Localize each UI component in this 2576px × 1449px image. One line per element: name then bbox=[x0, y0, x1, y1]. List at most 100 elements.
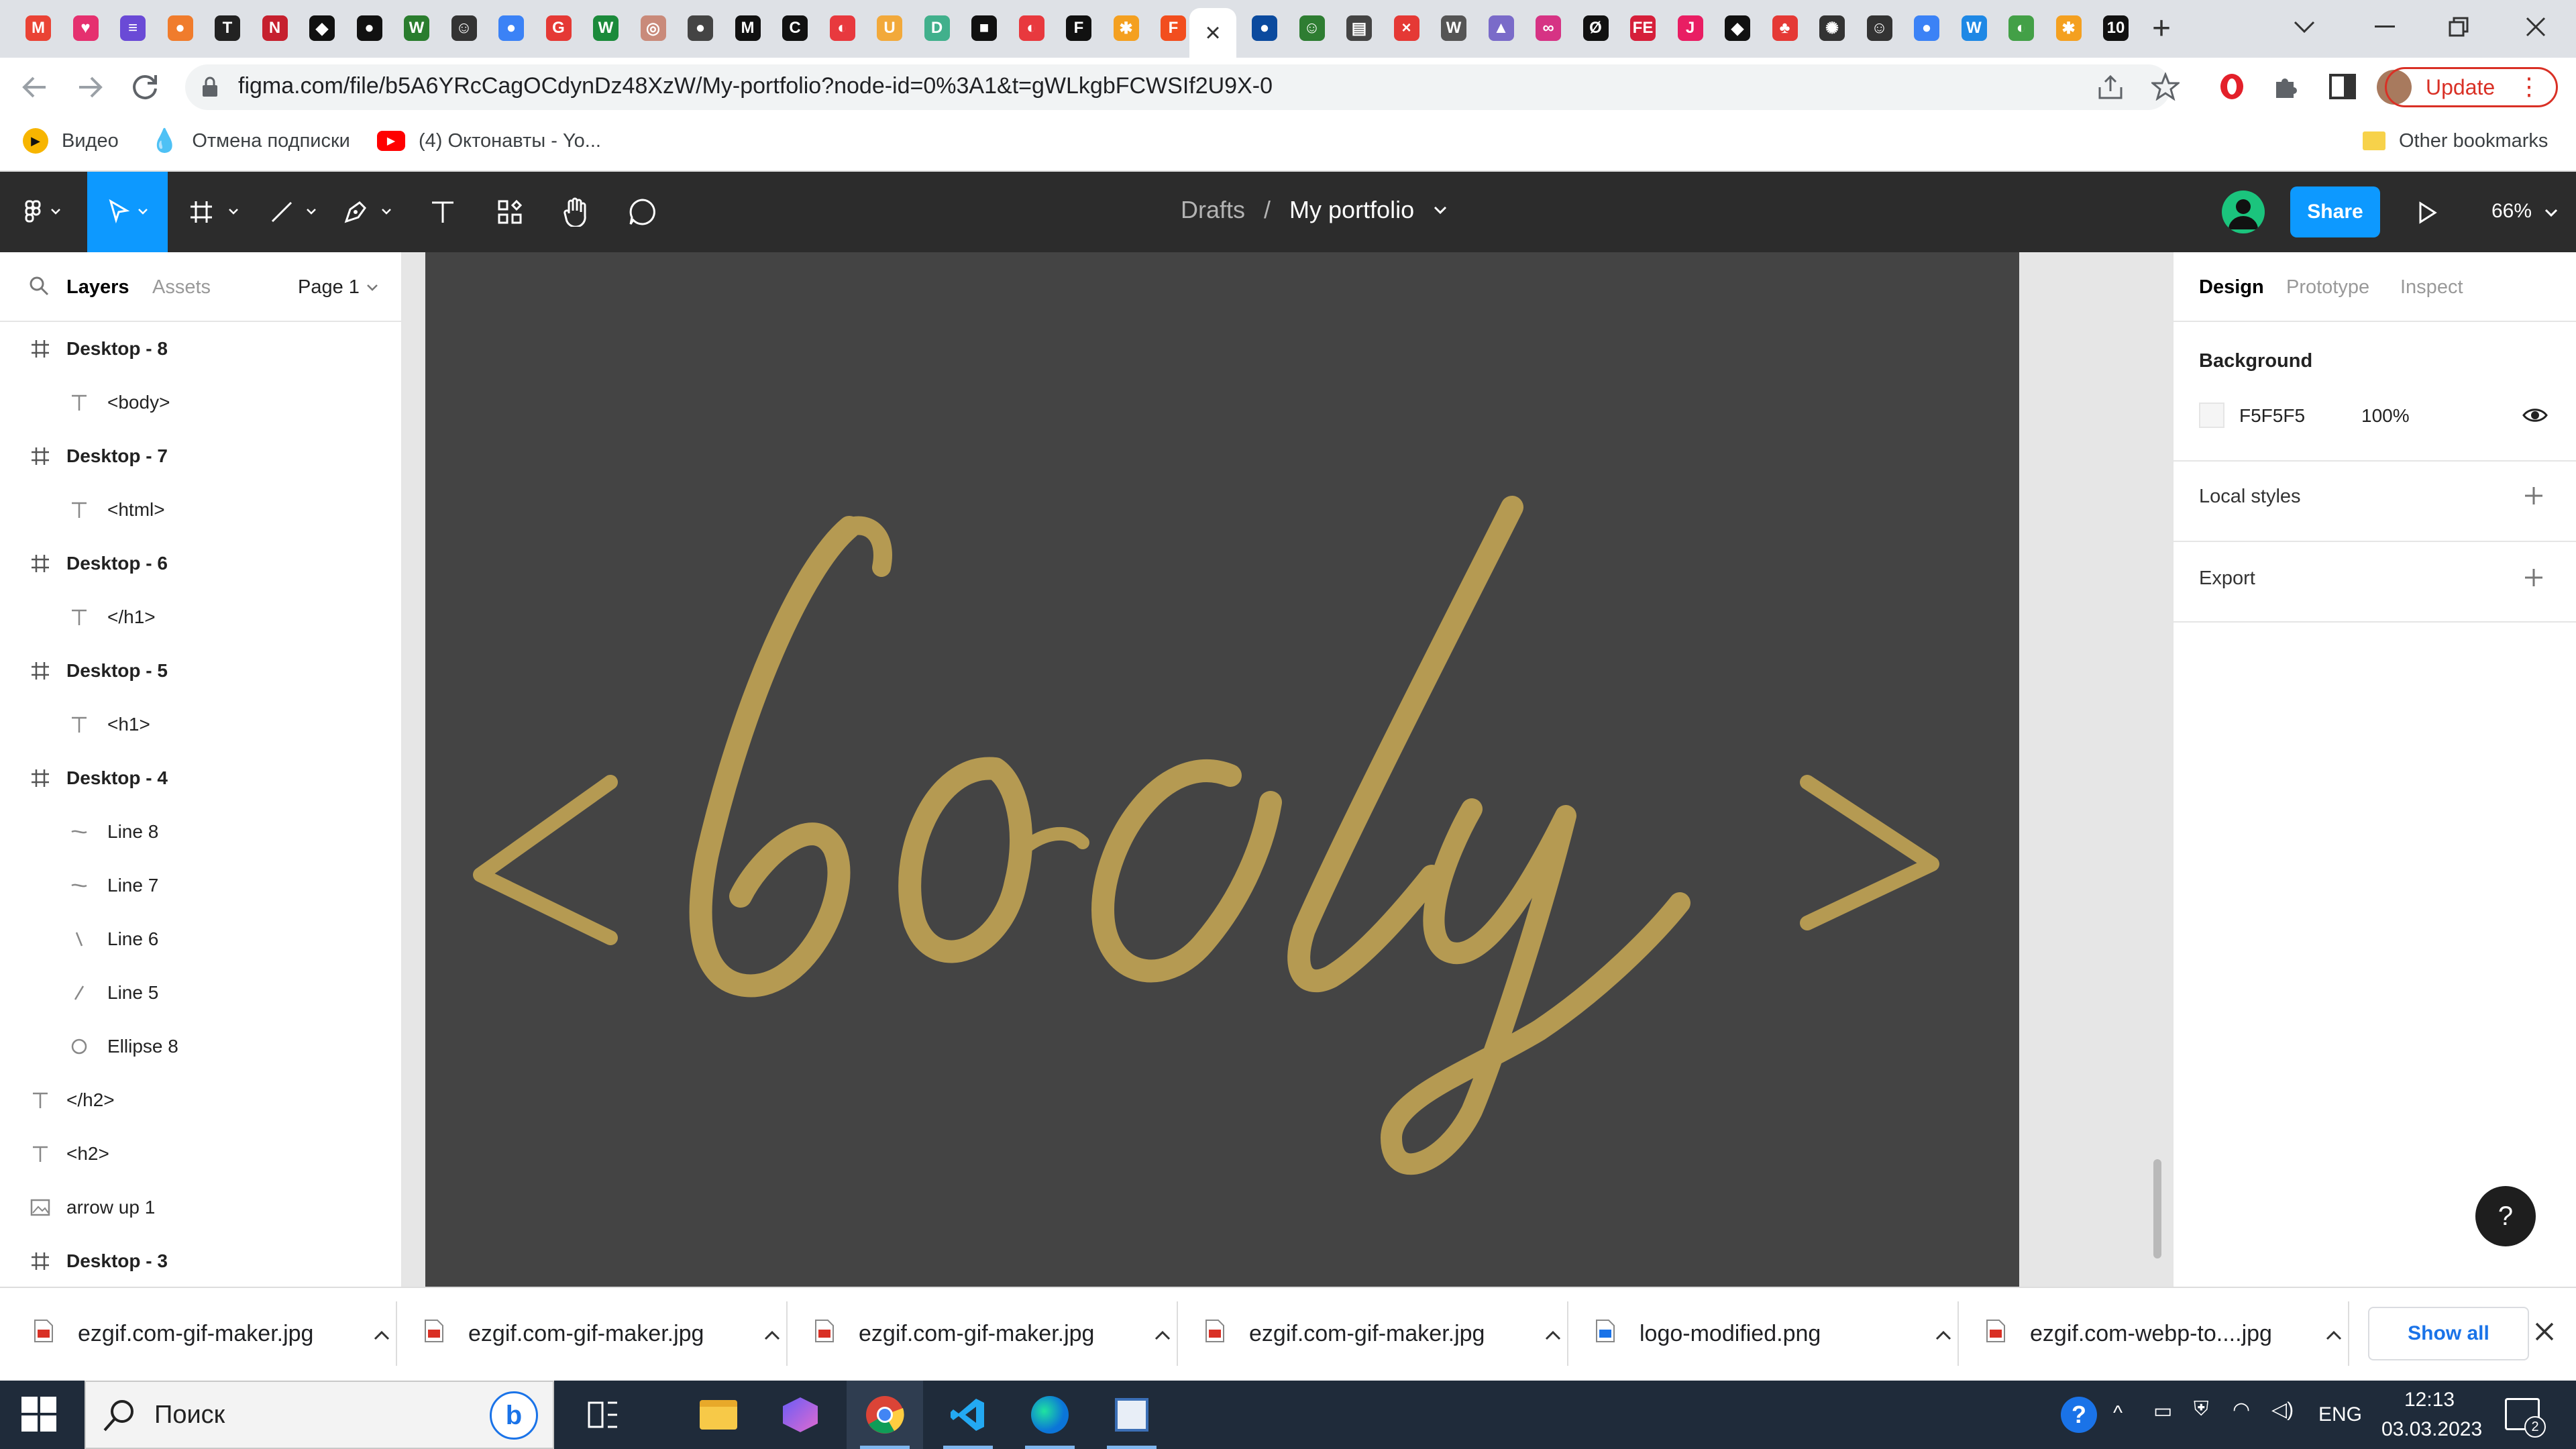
restore-button[interactable] bbox=[2422, 0, 2496, 54]
browser-tab[interactable]: ● bbox=[488, 8, 535, 48]
move-tool[interactable] bbox=[87, 172, 168, 252]
close-downloads-button[interactable] bbox=[2534, 1322, 2555, 1342]
browser-tab[interactable]: U bbox=[866, 8, 913, 48]
browser-tab[interactable]: C bbox=[771, 8, 818, 48]
browser-tab[interactable]: ◎ bbox=[630, 8, 677, 48]
taskbar-chrome[interactable] bbox=[847, 1381, 923, 1449]
share-page-icon[interactable] bbox=[2097, 74, 2124, 101]
layer-row[interactable]: </h2> bbox=[0, 1073, 401, 1127]
browser-tab[interactable]: 10 bbox=[2092, 8, 2139, 48]
download-item[interactable]: ezgif.com-gif-maker.jpg bbox=[424, 1287, 781, 1381]
browser-tab[interactable]: ∞ bbox=[1525, 8, 1572, 48]
chevron-down-icon[interactable] bbox=[1433, 205, 1448, 215]
background-swatch[interactable] bbox=[2199, 402, 2224, 428]
clock-time[interactable]: 12:13 bbox=[2404, 1389, 2455, 1411]
layer-row[interactable]: Desktop - 6 bbox=[0, 537, 401, 590]
opera-extension-icon[interactable] bbox=[2218, 72, 2245, 101]
layer-row[interactable]: <h1> bbox=[0, 698, 401, 751]
browser-tab[interactable]: ♣ bbox=[1762, 8, 1809, 48]
download-item[interactable]: ezgif.com-gif-maker.jpg bbox=[1205, 1287, 1562, 1381]
wifi-icon[interactable]: ◠ bbox=[2233, 1398, 2250, 1421]
eye-icon[interactable] bbox=[2522, 407, 2548, 424]
browser-tab[interactable]: M bbox=[724, 8, 771, 48]
download-item[interactable]: logo-modified.png bbox=[1595, 1287, 1952, 1381]
browser-tab[interactable]: ▤ bbox=[1336, 8, 1383, 48]
lock-icon[interactable] bbox=[201, 76, 219, 98]
canvas-scrollbar[interactable] bbox=[2153, 1159, 2161, 1258]
browser-tab[interactable]: F bbox=[1055, 8, 1102, 48]
browser-tab[interactable]: ▲ bbox=[1478, 8, 1525, 48]
tab-active[interactable]: × bbox=[1189, 8, 1236, 58]
frame-tool[interactable] bbox=[181, 172, 248, 252]
tab-close-icon[interactable]: × bbox=[1205, 18, 1220, 48]
notifications-button[interactable]: 2 bbox=[2505, 1398, 2546, 1438]
taskbar-vscode[interactable] bbox=[930, 1381, 1006, 1449]
resources-tool[interactable] bbox=[483, 172, 537, 252]
layer-row[interactable]: arrow up 1 bbox=[0, 1181, 401, 1234]
browser-tab[interactable]: G bbox=[535, 8, 582, 48]
layer-row[interactable]: Line 8 bbox=[0, 805, 401, 859]
reload-button[interactable] bbox=[130, 72, 160, 102]
chevron-up-icon[interactable] bbox=[373, 1321, 390, 1347]
browser-tab[interactable]: ● bbox=[1241, 8, 1288, 48]
taskbar-explorer[interactable] bbox=[680, 1381, 757, 1449]
taskbar-copilot[interactable] bbox=[762, 1381, 839, 1449]
shield-icon[interactable]: ⛨ bbox=[2194, 1398, 2209, 1421]
volume-icon[interactable]: ◁) bbox=[2271, 1398, 2294, 1421]
chevron-up-icon[interactable] bbox=[1154, 1321, 1171, 1347]
layer-row[interactable]: Desktop - 8 bbox=[0, 322, 401, 376]
comment-tool[interactable] bbox=[616, 172, 669, 252]
browser-tab[interactable]: ☺ bbox=[441, 8, 488, 48]
browser-tab[interactable]: ◆ bbox=[299, 8, 345, 48]
add-export-plus-icon[interactable] bbox=[2524, 568, 2544, 588]
browser-tab[interactable]: W bbox=[582, 8, 629, 48]
forward-button[interactable] bbox=[75, 72, 105, 102]
layer-row[interactable]: <body> bbox=[0, 376, 401, 429]
tab-prototype[interactable]: Prototype bbox=[2286, 276, 2369, 299]
browser-tab[interactable]: ■ bbox=[961, 8, 1008, 48]
layer-row[interactable]: Line 6 bbox=[0, 912, 401, 966]
browser-tab[interactable]: ◆ bbox=[1714, 8, 1761, 48]
layers-scroll-region[interactable] bbox=[394, 1248, 401, 1275]
tab-design[interactable]: Design bbox=[2199, 276, 2264, 299]
browser-tab[interactable]: × bbox=[1383, 8, 1430, 48]
frame-desktop-8[interactable] bbox=[425, 252, 2019, 1287]
breadcrumb-drafts[interactable]: Drafts bbox=[1181, 196, 1245, 224]
bookmark-star-icon[interactable] bbox=[2151, 72, 2180, 101]
browser-tab[interactable]: N bbox=[252, 8, 299, 48]
main-menu-button[interactable] bbox=[13, 172, 74, 252]
battery-icon[interactable]: ▭ bbox=[2153, 1399, 2172, 1423]
text-tool[interactable] bbox=[416, 172, 470, 252]
layer-row[interactable]: </h1> bbox=[0, 590, 401, 644]
back-button[interactable] bbox=[20, 72, 50, 102]
download-item[interactable]: ezgif.com-gif-maker.jpg bbox=[814, 1287, 1171, 1381]
browser-tab[interactable]: J bbox=[1667, 8, 1714, 48]
file-name[interactable]: My portfolio bbox=[1289, 196, 1414, 224]
body-tag-artwork[interactable] bbox=[425, 252, 2019, 1287]
help-button[interactable]: ? bbox=[2475, 1186, 2536, 1246]
layer-row[interactable]: Desktop - 4 bbox=[0, 751, 401, 805]
browser-tab[interactable]: ◐ bbox=[1998, 8, 2045, 48]
layer-row[interactable]: Line 5 bbox=[0, 966, 401, 1020]
tab-inspect[interactable]: Inspect bbox=[2400, 276, 2463, 299]
taskbar-paint[interactable] bbox=[1093, 1381, 1170, 1449]
side-panel-icon[interactable] bbox=[2329, 74, 2356, 99]
browser-tab[interactable]: ✱ bbox=[1103, 8, 1150, 48]
browser-tab[interactable]: T bbox=[204, 8, 251, 48]
pen-tool[interactable] bbox=[335, 172, 402, 252]
background-opacity-input[interactable]: 100% bbox=[2361, 405, 2410, 427]
search-icon[interactable] bbox=[28, 275, 50, 297]
start-button[interactable] bbox=[20, 1395, 58, 1433]
layer-row[interactable]: Line 7 bbox=[0, 859, 401, 912]
chevron-up-icon[interactable] bbox=[1935, 1321, 1952, 1347]
browser-tab[interactable]: ● bbox=[346, 8, 393, 48]
clock-date[interactable]: 03.03.2023 bbox=[2381, 1418, 2482, 1441]
taskbar-edge[interactable] bbox=[1012, 1381, 1088, 1449]
browser-tab[interactable]: ✱ bbox=[2045, 8, 2092, 48]
layer-row[interactable]: Ellipse 8 bbox=[0, 1020, 401, 1073]
bookmark-unsubscribe[interactable]: 💧 Отмена подписки bbox=[150, 127, 350, 154]
download-item[interactable]: ezgif.com-gif-maker.jpg bbox=[34, 1287, 390, 1381]
layer-row[interactable]: <html> bbox=[0, 483, 401, 537]
background-hex-input[interactable]: F5F5F5 bbox=[2239, 405, 2305, 427]
browser-tab[interactable]: W bbox=[393, 8, 440, 48]
